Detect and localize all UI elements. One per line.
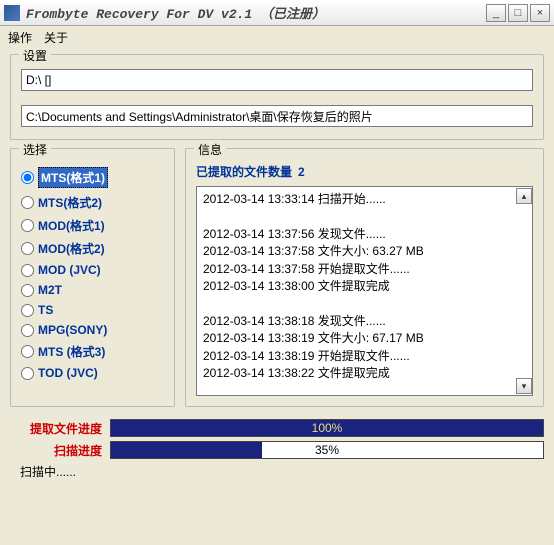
dest-path-input[interactable]	[21, 105, 533, 127]
menu-about[interactable]: 关于	[44, 29, 68, 46]
minimize-button[interactable]: _	[486, 4, 506, 22]
format-radio-label: MOD(格式2)	[38, 240, 105, 257]
settings-group: 设置	[10, 54, 544, 140]
scroll-down-button[interactable]: ▾	[516, 378, 532, 394]
format-radio-input[interactable]	[21, 219, 34, 232]
settings-label: 设置	[19, 47, 51, 64]
format-radio-6[interactable]: TS	[21, 303, 164, 317]
log-content: 2012-03-14 13:33:14 扫描开始...... 2012-03-1…	[197, 187, 532, 395]
format-radio-input[interactable]	[21, 345, 34, 358]
info-label: 信息	[194, 141, 226, 158]
format-radio-input[interactable]	[21, 242, 34, 255]
format-radio-input[interactable]	[21, 284, 34, 297]
format-radio-input[interactable]	[21, 171, 34, 184]
format-radio-label: TOD (JVC)	[38, 366, 98, 380]
info-group: 信息 已提取的文件数量 2 ▴ 2012-03-14 13:33:14 扫描开始…	[185, 148, 544, 407]
log-box: ▴ 2012-03-14 13:33:14 扫描开始...... 2012-03…	[196, 186, 533, 396]
format-radio-label: MTS(格式1)	[38, 167, 108, 188]
format-radio-input[interactable]	[21, 196, 34, 209]
scroll-up-button[interactable]: ▴	[516, 188, 532, 204]
window-title: Frombyte Recovery For DV v2.1 （已注册）	[26, 3, 486, 22]
format-radio-5[interactable]: M2T	[21, 283, 164, 297]
format-radio-input[interactable]	[21, 264, 34, 277]
title-bar: Frombyte Recovery For DV v2.1 （已注册） _ □ …	[0, 0, 554, 26]
scan-progress-text: 35%	[111, 442, 543, 458]
format-radio-label: MOD(格式1)	[38, 217, 105, 234]
extract-progress-text: 100%	[111, 420, 543, 436]
app-icon	[4, 5, 20, 21]
format-radio-label: M2T	[38, 283, 62, 297]
format-radio-3[interactable]: MOD(格式2)	[21, 240, 164, 257]
format-radio-label: MOD (JVC)	[38, 263, 101, 277]
format-radio-label: MTS(格式2)	[38, 194, 102, 211]
format-radio-0[interactable]: MTS(格式1)	[21, 167, 164, 188]
maximize-button[interactable]: □	[508, 4, 528, 22]
format-radio-2[interactable]: MOD(格式1)	[21, 217, 164, 234]
status-text: 扫描中......	[10, 463, 544, 480]
extract-progress-bar: 100%	[110, 419, 544, 437]
source-path-input[interactable]	[21, 69, 533, 91]
format-radio-1[interactable]: MTS(格式2)	[21, 194, 164, 211]
close-button[interactable]: ×	[530, 4, 550, 22]
menu-bar: 操作 关于	[0, 26, 554, 48]
format-radio-7[interactable]: MPG(SONY)	[21, 323, 164, 337]
info-count-label: 已提取的文件数量	[196, 163, 292, 180]
format-radio-label: TS	[38, 303, 53, 317]
format-radio-input[interactable]	[21, 367, 34, 380]
menu-ops[interactable]: 操作	[8, 29, 32, 46]
format-radio-label: MPG(SONY)	[38, 323, 107, 337]
choose-group: 选择 MTS(格式1)MTS(格式2)MOD(格式1)MOD(格式2)MOD (…	[10, 148, 175, 407]
format-radio-8[interactable]: MTS (格式3)	[21, 343, 164, 360]
format-radio-input[interactable]	[21, 324, 34, 337]
choose-label: 选择	[19, 141, 51, 158]
format-radio-4[interactable]: MOD (JVC)	[21, 263, 164, 277]
format-radio-input[interactable]	[21, 304, 34, 317]
scan-progress-label: 扫描进度	[10, 442, 110, 459]
extract-progress-label: 提取文件进度	[10, 420, 110, 437]
format-radio-label: MTS (格式3)	[38, 343, 105, 360]
scan-progress-bar: 35%	[110, 441, 544, 459]
format-radio-9[interactable]: TOD (JVC)	[21, 366, 164, 380]
info-count: 2	[298, 165, 305, 179]
